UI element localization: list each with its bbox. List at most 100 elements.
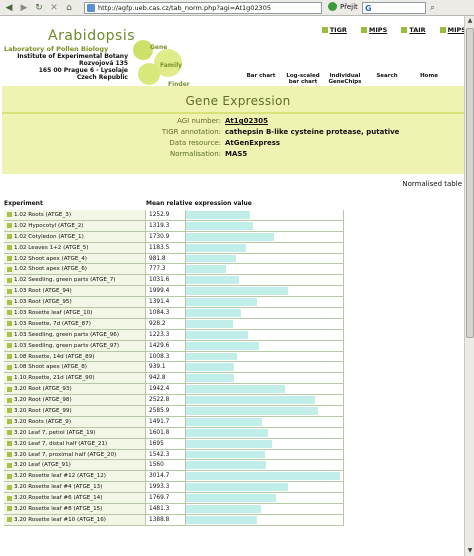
expression-value: 981.8 [146, 253, 186, 264]
expression-bar-cell [186, 318, 344, 329]
agi-link[interactable]: At1g02305 [225, 117, 268, 125]
expression-bar-cell [186, 416, 344, 427]
row-bullet-icon [7, 212, 12, 218]
expression-value: 777.3 [146, 264, 186, 275]
experiment-name[interactable]: 1.02 Hypocotyl (ATGE_2) [14, 223, 83, 229]
experiment-name[interactable]: 1.02 Shoot apex (ATGE_4) [14, 256, 87, 262]
expression-value: 1223.3 [146, 329, 186, 340]
row-bullet-icon [7, 277, 12, 283]
forward-icon[interactable]: ▶ [18, 2, 30, 14]
table-row: 1.03 Root (ATGE_94) 1999.4 [4, 286, 344, 298]
link-mips-2[interactable]: MIPS [439, 26, 466, 34]
expression-bar [186, 352, 238, 361]
row-bullet-icon [7, 245, 12, 251]
experiment-name[interactable]: 1.02 Seedling, green parts (ATGE_7) [14, 277, 115, 283]
expression-value: 1084.3 [146, 308, 186, 318]
back-icon[interactable]: ◀ [3, 2, 15, 14]
experiment-cell: 1.02 Shoot apex (ATGE_6) [4, 264, 146, 275]
experiment-name[interactable]: 3.20 Leaf 7, distal half (ATGE_21) [14, 441, 107, 447]
expression-bar [186, 330, 249, 339]
experiment-cell: 1.08 Rosette, 14d (ATGE_89) [4, 351, 146, 362]
link-tair-label: TAIR [409, 26, 426, 34]
table-mode-label: Normalised table [402, 180, 462, 188]
table-row: 3.20 Rosette leaf #4 (ATGE_13) 1993.3 [4, 482, 344, 494]
expression-value: 1730.9 [146, 231, 186, 242]
experiment-name[interactable]: 3.20 Root (ATGE_99) [14, 408, 72, 414]
expression-value: 1008.3 [146, 351, 186, 362]
scroll-thumb[interactable] [466, 28, 474, 338]
stop-icon[interactable]: ✕ [48, 2, 60, 14]
expression-bar [186, 439, 273, 448]
experiment-name[interactable]: 1.02 Leaves 1+2 (ATGE_5) [14, 245, 89, 251]
experiment-name[interactable]: 3.20 Roots (ATGE_9) [14, 419, 71, 425]
expression-value: 1560 [146, 460, 186, 471]
experiment-name[interactable]: 1.03 Root (ATGE_95) [14, 299, 72, 305]
home-icon[interactable]: ⌂ [63, 2, 75, 14]
expression-value: 1388.8 [146, 514, 186, 525]
experiment-name[interactable]: 1.03 Root (ATGE_94) [14, 288, 72, 294]
web-search-input[interactable]: G [362, 2, 426, 14]
tigr-value: cathepsin B-like cysteine protease, puta… [225, 128, 400, 136]
experiment-cell: 3.20 Leaf 7, distal half (ATGE_21) [4, 438, 146, 449]
expression-bar [186, 494, 277, 503]
external-links: TIGR MIPS TAIR MIPS [321, 26, 466, 34]
experiment-name[interactable]: 1.03 Seedling, green parts (ATGE_96) [14, 332, 119, 338]
link-tair[interactable]: TAIR [401, 26, 426, 34]
expression-value: 1601.8 [146, 427, 186, 438]
expression-bar [186, 483, 288, 492]
row-bullet-icon [7, 452, 12, 458]
go-button[interactable]: Přejít [328, 2, 358, 11]
experiment-cell: 1.02 Roots (ATGE_3) [4, 210, 146, 220]
experiment-name[interactable]: 3.20 Leaf (ATGE_91) [14, 462, 71, 468]
scroll-down-icon[interactable]: ▼ [465, 546, 474, 556]
search-icon[interactable]: ⌕ [430, 3, 435, 13]
experiment-name[interactable]: 3.20 Rosette leaf #8 (ATGE_15) [14, 506, 102, 512]
link-tigr[interactable]: TIGR [321, 26, 347, 34]
experiment-cell: 1.02 Cotyledon (ATGE_1) [4, 231, 146, 242]
expression-bar [186, 428, 268, 437]
row-bullet-icon [7, 354, 12, 360]
page-scrollbar[interactable]: ▲ ▼ [464, 16, 474, 556]
reload-icon[interactable]: ↻ [33, 2, 45, 14]
page-title: Gene Expression [185, 94, 291, 108]
logo-word-gene: Gene [150, 44, 168, 51]
expression-value: 939.1 [146, 362, 186, 373]
expression-bar [186, 298, 257, 307]
experiment-name[interactable]: 1.02 Cotyledon (ATGE_1) [14, 234, 84, 240]
address-url[interactable]: http://agfp.ueb.cas.cz/tab_norm.php?agi=… [98, 4, 271, 12]
experiment-name[interactable]: 3.20 Root (ATGE_98) [14, 397, 72, 403]
expression-value: 1252.9 [146, 210, 186, 220]
scroll-up-icon[interactable]: ▲ [465, 16, 474, 26]
link-mips[interactable]: MIPS [360, 26, 387, 34]
experiment-name[interactable]: 1.02 Shoot apex (ATGE_6) [14, 266, 87, 272]
table-row: 3.20 Leaf 7, distal half (ATGE_21) 1695 [4, 438, 344, 450]
row-bullet-icon [7, 223, 12, 229]
experiment-name[interactable]: 1.03 Rosette leaf (ATGE_10) [14, 310, 92, 316]
address-bar[interactable]: http://agfp.ueb.cas.cz/tab_norm.php?agi=… [84, 2, 322, 14]
experiment-name[interactable]: 1.08 Rosette, 14d (ATGE_89) [14, 354, 94, 360]
experiment-name[interactable]: 3.20 Leaf 7, petiol (ATGE_19) [14, 430, 95, 436]
site-title: Arabidopsis [48, 28, 136, 44]
link-bullet-icon [401, 27, 408, 33]
row-bullet-icon [7, 375, 12, 381]
experiment-name[interactable]: 3.20 Leaf 7, proximal half (ATGE_20) [14, 452, 116, 458]
expression-bar [186, 243, 247, 252]
go-arrow-icon [328, 2, 337, 11]
tigr-label: TIGR annotation: [161, 128, 221, 136]
search-engine-icon: G [365, 3, 372, 13]
expression-value: 1993.3 [146, 482, 186, 493]
experiment-name[interactable]: 1.03 Rosette, 7d (ATGE_87) [14, 321, 91, 327]
experiment-name[interactable]: 3.20 Rosette leaf #12 (ATGE_12) [14, 473, 106, 479]
experiment-name[interactable]: 1.02 Roots (ATGE_3) [14, 212, 71, 218]
experiment-name[interactable]: 1.03 Seedling, green parts (ATGE_97) [14, 343, 119, 349]
experiment-name[interactable]: 3.20 Rosette leaf #4 (ATGE_13) [14, 484, 102, 490]
experiment-name[interactable]: 3.20 Rosette leaf #6 (ATGE_14) [14, 495, 102, 501]
row-bullet-icon [7, 419, 12, 425]
experiment-name[interactable]: 3.20 Rosette leaf #10 (ATGE_16) [14, 517, 106, 523]
page-favicon-icon [87, 4, 95, 12]
experiment-name[interactable]: 1.10 Rosette, 21d (ATGE_90) [14, 375, 94, 381]
experiment-cell: 1.03 Root (ATGE_95) [4, 297, 146, 308]
table-row: 1.02 Roots (ATGE_3) 1252.9 [4, 210, 344, 221]
experiment-name[interactable]: 1.08 Shoot apex (ATGE_8) [14, 364, 87, 370]
experiment-name[interactable]: 3.20 Root (ATGE_93) [14, 386, 72, 392]
